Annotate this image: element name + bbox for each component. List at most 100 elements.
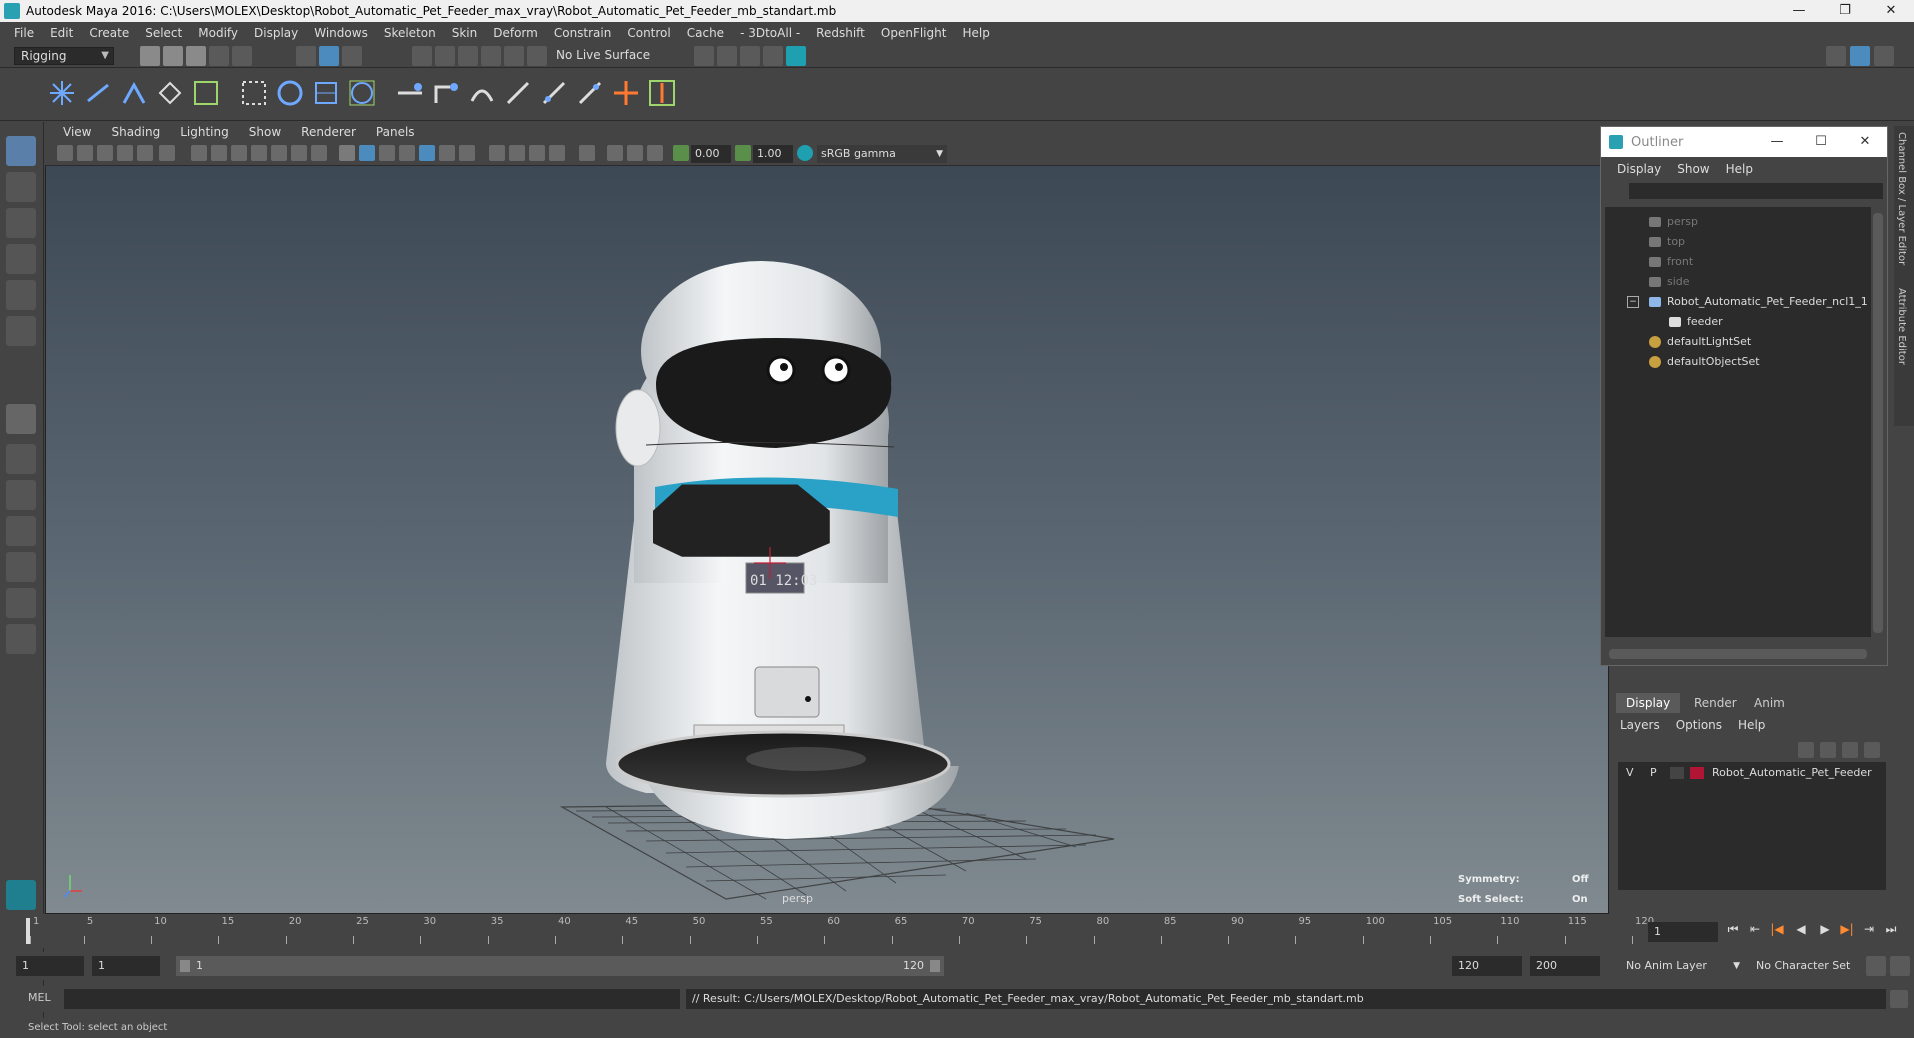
safe-title-icon[interactable] <box>311 145 327 161</box>
layout-two-stack-icon[interactable] <box>6 516 36 546</box>
undo-icon[interactable] <box>209 46 229 66</box>
image-plane-icon[interactable] <box>117 145 133 161</box>
point-constraint-icon[interactable] <box>394 77 426 109</box>
menu-create[interactable]: Create <box>81 26 137 40</box>
xray-active-icon[interactable] <box>627 145 643 161</box>
textured-icon[interactable] <box>419 145 435 161</box>
go-to-start-icon[interactable]: ⏮ <box>1726 922 1740 936</box>
script-editor-icon[interactable] <box>1890 990 1908 1008</box>
restore-button[interactable]: ❐ <box>1822 0 1868 22</box>
depth-of-field-icon[interactable] <box>549 145 565 161</box>
safe-action-icon[interactable] <box>291 145 307 161</box>
select-camera-icon[interactable] <box>57 145 73 161</box>
lattice-icon[interactable] <box>274 77 306 109</box>
step-forward-key-icon[interactable]: ⇥ <box>1862 922 1876 936</box>
snap-view-icon[interactable] <box>481 46 501 66</box>
bind-skin-icon[interactable] <box>154 77 186 109</box>
aim-constraint-icon[interactable] <box>538 77 570 109</box>
ik-handle-icon[interactable] <box>82 77 114 109</box>
shadows-icon[interactable] <box>459 145 475 161</box>
layout-outliner-persp-icon[interactable] <box>6 552 36 582</box>
workspace-layout-icon[interactable] <box>1826 46 1846 66</box>
select-hierarchy-icon[interactable] <box>296 46 316 66</box>
step-back-key-icon[interactable]: ⇤ <box>1748 922 1762 936</box>
wireframe-icon[interactable] <box>339 145 355 161</box>
layout-custom-icon[interactable] <box>6 624 36 654</box>
menu-openflight[interactable]: OpenFlight <box>873 26 955 40</box>
wrap-icon[interactable] <box>310 77 342 109</box>
outliner-maximize-button[interactable]: ☐ <box>1799 127 1843 157</box>
channel-box-tab[interactable]: Channel Box / Layer Editor <box>1896 132 1907 265</box>
step-back-frame-icon[interactable]: |◀ <box>1770 922 1784 936</box>
render-view-icon[interactable] <box>786 46 806 66</box>
move-layer-up-icon[interactable] <box>1798 742 1814 758</box>
anim-start-field[interactable]: 1 <box>16 956 84 976</box>
menu-3dtoall[interactable]: - 3DtoAll - <box>732 26 808 40</box>
new-layer-from-selected-icon[interactable] <box>1864 742 1880 758</box>
lasso-tool-icon[interactable] <box>6 172 36 202</box>
layer-color-swatch[interactable] <box>1690 767 1704 779</box>
menuset-dropdown[interactable]: Rigging ▼ <box>14 47 114 65</box>
play-forward-icon[interactable]: ▶ <box>1818 922 1832 936</box>
new-scene-icon[interactable] <box>140 46 160 66</box>
ipr-render-icon[interactable] <box>740 46 760 66</box>
paint-select-tool-icon[interactable] <box>6 208 36 238</box>
time-slider[interactable]: 1 5 10 15 20 25 30 35 40 45 50 55 60 65 70 75 80 85 90 95 10… <box>20 914 1654 948</box>
menu-edit[interactable]: Edit <box>42 26 81 40</box>
outliner-item-robot-group[interactable]: − Robot_Automatic_Pet_Feeder_ncl1_1 <box>1627 293 1868 311</box>
outliner-minimize-button[interactable]: — <box>1755 127 1799 157</box>
layer-row[interactable]: V P Robot_Automatic_Pet_Feeder <box>1618 764 1886 782</box>
outliner-menu-display[interactable]: Display <box>1609 162 1669 176</box>
grease-pencil-icon[interactable] <box>159 145 175 161</box>
grid-toggle-icon[interactable] <box>191 145 207 161</box>
script-language-toggle[interactable]: MEL <box>28 991 51 1004</box>
menu-display[interactable]: Display <box>246 26 306 40</box>
colorspace-dropdown[interactable]: sRGB gamma ▼ <box>817 145 947 163</box>
locator-icon[interactable] <box>610 77 642 109</box>
menu-select[interactable]: Select <box>137 26 190 40</box>
select-object-icon[interactable] <box>319 46 339 66</box>
cluster-icon[interactable] <box>238 77 270 109</box>
playback-start-field[interactable]: 1 <box>92 956 160 976</box>
panel-menu-view[interactable]: View <box>53 125 101 139</box>
menu-constrain[interactable]: Constrain <box>546 26 620 40</box>
attribute-editor-toggle-icon[interactable] <box>1874 46 1894 66</box>
menu-cache[interactable]: Cache <box>679 26 732 40</box>
menu-deform[interactable]: Deform <box>485 26 546 40</box>
default-material-icon[interactable] <box>379 145 395 161</box>
cluster-handle-icon[interactable] <box>646 77 678 109</box>
snap-vertex-icon[interactable] <box>527 46 547 66</box>
live-surface-field[interactable]: No Live Surface <box>550 47 656 65</box>
snap-curve-icon[interactable] <box>435 46 455 66</box>
redo-icon[interactable] <box>232 46 252 66</box>
menu-redshift[interactable]: Redshift <box>808 26 873 40</box>
blendshape-icon[interactable] <box>346 77 378 109</box>
playback-end-field[interactable]: 120 <box>1452 956 1522 976</box>
menu-control[interactable]: Control <box>619 26 678 40</box>
move-layer-down-icon[interactable] <box>1820 742 1836 758</box>
render-frame-icon[interactable] <box>717 46 737 66</box>
smooth-shade-icon[interactable] <box>359 145 375 161</box>
menu-modify[interactable]: Modify <box>190 26 246 40</box>
outliner-titlebar[interactable]: Outliner — ☐ ✕ <box>1601 127 1887 157</box>
outliner-item-side[interactable]: side <box>1649 273 1690 291</box>
resolution-gate-icon[interactable] <box>231 145 247 161</box>
screen-space-ao-icon[interactable] <box>489 145 505 161</box>
field-chart-icon[interactable] <box>271 145 287 161</box>
select-component-icon[interactable] <box>342 46 362 66</box>
outliner-item-defaultlightset[interactable]: defaultLightSet <box>1649 333 1751 351</box>
range-end-handle[interactable] <box>930 960 940 972</box>
motion-blur-icon[interactable] <box>509 145 525 161</box>
outliner-item-persp[interactable]: persp <box>1649 213 1698 231</box>
go-to-end-icon[interactable]: ⏭ <box>1884 922 1898 936</box>
layout-graph-persp-icon[interactable] <box>6 588 36 618</box>
pole-vector-icon[interactable] <box>574 77 606 109</box>
multisample-aa-icon[interactable] <box>529 145 545 161</box>
joint-tool-icon[interactable] <box>46 77 78 109</box>
tab-display[interactable]: Display <box>1616 693 1681 713</box>
outliner-horizontal-scrollbar[interactable] <box>1609 649 1867 659</box>
scale-tool-icon[interactable] <box>6 316 36 346</box>
menu-windows[interactable]: Windows <box>306 26 376 40</box>
exposure-field[interactable]: 0.00 <box>691 145 731 163</box>
outliner-item-top[interactable]: top <box>1649 233 1685 251</box>
